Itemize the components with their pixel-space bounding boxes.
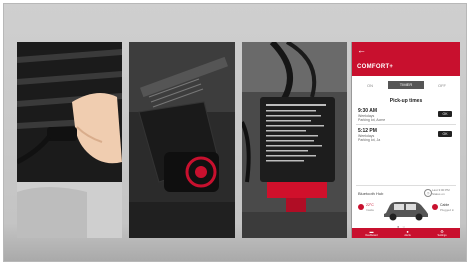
nav-dashboard[interactable]: ▬ Dashboard (365, 229, 378, 237)
slideshow-stage: ← COMFORT+ ON TIMER OFF Pick-up times 9:… (3, 3, 467, 262)
cable-status: Plugged in (440, 208, 455, 212)
photo-bluetooth-hub (129, 42, 235, 238)
tab-timer[interactable]: TIMER (388, 81, 424, 89)
schedule-place: Parking lot, Acme (358, 118, 386, 122)
nav-label: Settings (437, 233, 447, 237)
mode-tabs: ON TIMER OFF (352, 80, 460, 90)
nav-alerts[interactable]: ● Alerts (404, 229, 411, 237)
schedule-ok-button[interactable]: OK (438, 111, 452, 117)
hub-status-line-2: Status on (432, 191, 445, 196)
back-arrow-icon[interactable]: ← (357, 46, 366, 55)
clock-icon: ◷ (424, 189, 432, 197)
hub-status: Last 3:00 PM Status on (432, 188, 458, 196)
bluetooth-hub-label: Bluetooth Hub (358, 191, 384, 196)
schedule-place: Parking lot, Ja (358, 138, 381, 142)
schedule-ok-button[interactable]: OK (438, 131, 452, 137)
tab-on[interactable]: ON (352, 83, 388, 88)
divider (356, 124, 456, 125)
plug-icon (432, 204, 438, 210)
tab-off[interactable]: OFF (424, 83, 460, 88)
divider (356, 185, 456, 186)
photo-plug-in-grille (17, 42, 122, 238)
inside-label: Inside (366, 208, 375, 212)
bottom-navigation: ▬ Dashboard ● Alerts ⚙ Settings (352, 228, 460, 238)
app-header: ← COMFORT+ (352, 42, 460, 76)
pickup-times-heading: Pick-up times (389, 98, 423, 104)
schedule-row[interactable]: 9:30 AM Weekdays Parking lot, Acme OK (358, 108, 454, 122)
nav-label: Alerts (404, 233, 411, 237)
car-silhouette-icon (384, 202, 428, 221)
phone-app-screen: ← COMFORT+ ON TIMER OFF Pick-up times 9:… (351, 42, 460, 238)
photo-engine-heater (242, 42, 347, 238)
nav-label: Dashboard (365, 233, 378, 237)
thermometer-icon (358, 204, 364, 210)
cable-label: Cable (440, 203, 450, 207)
schedule-row[interactable]: 5:12 PM Weekdays Parking lot, Ja OK (358, 128, 454, 142)
nav-settings[interactable]: ⚙ Settings (437, 229, 447, 237)
inside-temperature: 22°C (366, 203, 374, 207)
app-title: COMFORT+ (357, 64, 394, 70)
